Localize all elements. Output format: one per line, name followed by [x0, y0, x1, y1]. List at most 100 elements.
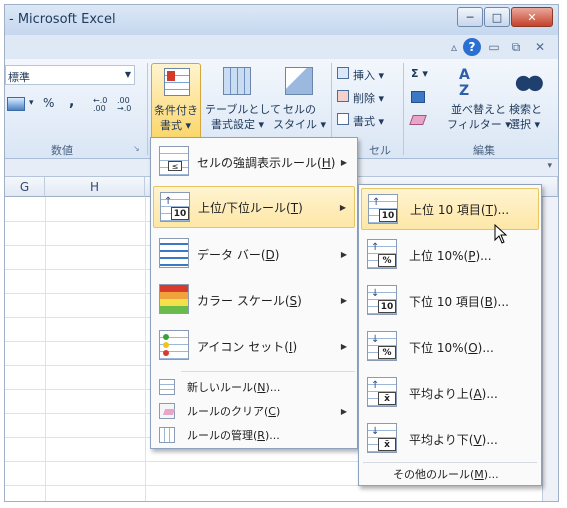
label-text: ルールのクリア: [187, 405, 264, 418]
bottom-10-percent-icon: ↓ %: [367, 331, 397, 361]
menu-item-manage-rules[interactable]: ルールの管理(R)...: [153, 424, 355, 446]
dialog-launcher-icon[interactable]: ↘: [133, 144, 140, 153]
submenu-arrow-icon: ▶: [340, 295, 347, 305]
chevron-up-icon[interactable]: ▵: [445, 38, 463, 56]
conditional-format-menu: ≤ セルの強調表示ルール(H) ▶ ↑ 10 上位/下位ルール(T) ▶ データ…: [150, 137, 358, 449]
submenu-item-top-10-items[interactable]: ↑ 10 上位 10 項目(T)...: [361, 188, 539, 230]
cond-format-label-1: 条件付き: [154, 104, 198, 117]
submenu-item-above-average[interactable]: ↑ x̄ 平均より上(A)...: [361, 372, 539, 414]
icon-badge: x̄: [378, 392, 396, 405]
menu-item-label: ルールの管理(R)...: [187, 429, 280, 442]
label-text: 下位 10%: [409, 340, 464, 355]
decrease-decimal-button[interactable]: .00 →.0: [117, 97, 139, 113]
menu-item-highlight-rules[interactable]: ≤ セルの強調表示ルール(H) ▶: [153, 141, 355, 183]
help-icon[interactable]: ?: [463, 38, 481, 56]
label-text: カラー スケール: [197, 293, 285, 308]
autosum-button[interactable]: Σ ▾: [411, 67, 428, 80]
number-format-select[interactable]: 標準 ▼: [5, 65, 135, 85]
submenu-item-label: 下位 10 項目(B)...: [409, 294, 509, 309]
find-select-button[interactable]: 検索と 選択 ▾: [505, 63, 555, 139]
close-workbook-icon[interactable]: ✕: [531, 38, 549, 56]
submenu-item-bottom-10-items[interactable]: ↓ 10 下位 10 項目(B)...: [361, 280, 539, 322]
submenu-item-below-average[interactable]: ↓ x̄ 平均より下(V)...: [361, 418, 539, 460]
chevron-down-icon[interactable]: ▾: [29, 98, 34, 108]
label-text: 上位 10%: [409, 248, 464, 263]
chevron-down-icon: ▼: [124, 70, 131, 79]
submenu-item-label: 上位 10%(P)...: [409, 248, 492, 263]
fill-icon[interactable]: [411, 91, 425, 103]
find-label-2: 選択 ▾: [509, 118, 541, 131]
submenu-item-top-10-percent[interactable]: ↑ % 上位 10%(P)...: [361, 234, 539, 276]
icon-badge: %: [378, 346, 396, 359]
submenu-arrow-icon: ▶: [339, 202, 346, 212]
cond-format-label-2: 書式 ▾: [160, 119, 192, 132]
menu-item-new-rule[interactable]: 新しいルール(N)...: [153, 376, 355, 398]
restore-workbook-icon[interactable]: ⧉: [507, 38, 525, 56]
menu-item-data-bars[interactable]: データ バー(D) ▶: [153, 233, 355, 275]
menu-item-icon-sets[interactable]: アイコン セット(I) ▶: [153, 325, 355, 367]
bottom-10-items-icon: ↓ 10: [367, 285, 397, 315]
format-button[interactable]: 書式 ▾: [353, 113, 384, 129]
menu-item-top-bottom-rules[interactable]: ↑ 10 上位/下位ルール(T) ▶: [153, 186, 355, 228]
close-button[interactable]: ✕: [511, 7, 553, 27]
submenu-arrow-icon: ▶: [340, 249, 347, 259]
submenu-item-bottom-10-percent[interactable]: ↓ % 下位 10%(O)...: [361, 326, 539, 368]
new-rule-icon: [159, 379, 175, 395]
submenu-arrow-icon: ▶: [340, 157, 347, 167]
accelerator-key: H: [321, 155, 331, 170]
group-separator: [403, 63, 404, 155]
submenu-item-label: 平均より下(V)...: [409, 432, 498, 447]
vertical-scrollbar[interactable]: [542, 197, 558, 501]
accelerator-key: S: [289, 293, 298, 308]
currency-icon[interactable]: [7, 97, 25, 111]
cell-styles-button[interactable]: セルの スタイル ▾: [271, 63, 327, 139]
format-icon: [337, 113, 349, 125]
menu-item-label: セルの強調表示ルール(H): [197, 155, 336, 170]
chevron-down-icon[interactable]: ▾: [547, 161, 552, 171]
top-10-items-icon: ↑ 10: [368, 194, 398, 224]
sort-filter-button[interactable]: AZ 並べ替えと フィルター ▾: [447, 63, 511, 139]
column-header-g[interactable]: G: [5, 177, 45, 197]
accelerator-key: D: [265, 247, 275, 262]
minimize-workbook-icon[interactable]: ▭: [485, 38, 503, 56]
gridline: [45, 197, 46, 501]
insert-button[interactable]: 挿入 ▾: [353, 67, 384, 83]
label-text: 上位/下位ルール: [198, 200, 287, 215]
insert-icon: [337, 67, 349, 79]
find-label-1: 検索と: [509, 103, 542, 116]
menu-item-label: データ バー(D): [197, 247, 280, 262]
submenu-item-more-rules[interactable]: その他のルール(M)...: [361, 465, 539, 483]
accelerator-key: M: [474, 468, 484, 481]
comma-button[interactable]: ,: [69, 94, 74, 110]
group-label-cells: セル: [369, 144, 391, 157]
eraser-icon[interactable]: [409, 115, 427, 125]
menu-item-color-scales[interactable]: カラー スケール(S) ▶: [153, 279, 355, 321]
accelerator-key: T: [485, 202, 493, 217]
label-text: 新しいルール: [187, 381, 253, 394]
arrow-up-icon: ↑: [372, 197, 381, 208]
top-10-percent-icon: ↑ %: [367, 239, 397, 269]
column-header-h[interactable]: H: [45, 177, 145, 197]
accelerator-key: N: [257, 381, 266, 394]
arrow-down-icon: ↓: [371, 334, 380, 345]
mouse-cursor-icon: [494, 224, 508, 244]
number-format-value: 標準: [8, 71, 30, 84]
label-text: 平均より上: [409, 386, 469, 401]
menu-item-label: ルールのクリア(C): [187, 405, 281, 418]
label-text: セルの強調表示ルール: [197, 155, 318, 170]
conditional-format-button[interactable]: 条件付き 書式 ▾: [151, 63, 201, 139]
format-as-table-button[interactable]: テーブルとして 書式設定 ▾: [205, 63, 281, 139]
minimize-button[interactable]: ─: [457, 7, 483, 27]
percent-button[interactable]: %: [43, 96, 54, 110]
cellstyle-label-2: スタイル ▾: [273, 118, 327, 131]
menu-separator: [181, 371, 355, 372]
menu-item-clear-rules[interactable]: ルールのクリア(C) ▶: [153, 400, 355, 422]
manage-rules-icon: [159, 427, 175, 443]
accelerator-key: P: [468, 248, 476, 263]
accelerator-key: A: [473, 386, 482, 401]
icon-badge: x̄: [378, 438, 396, 451]
submenu-arrow-icon: ▶: [340, 406, 347, 416]
maximize-button[interactable]: □: [484, 7, 510, 27]
delete-button[interactable]: 削除 ▾: [353, 90, 384, 106]
increase-decimal-button[interactable]: ←.0 .00: [93, 97, 113, 113]
